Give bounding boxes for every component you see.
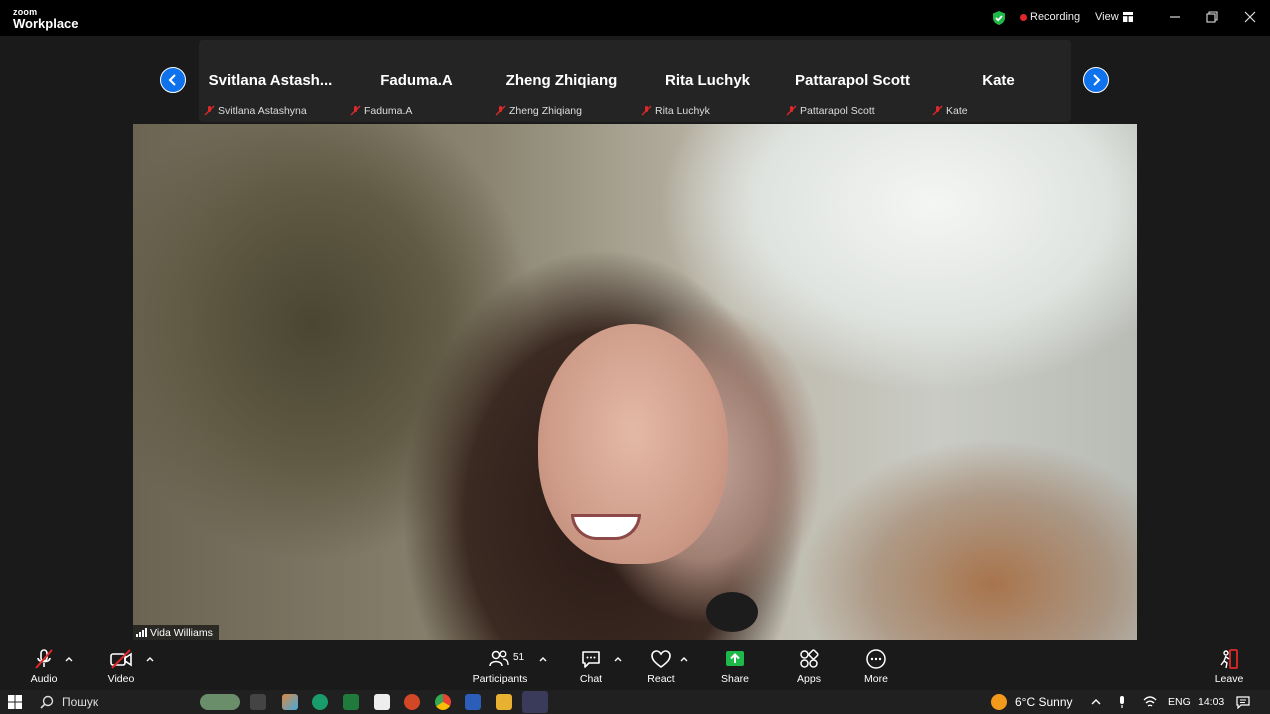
powerpoint-icon[interactable] — [404, 694, 420, 710]
participant-tile[interactable]: Pattarapol Scott Pattarapol Scott — [780, 40, 925, 122]
video-label: Video — [107, 673, 135, 685]
participant-tile[interactable]: Kate Kate — [926, 40, 1071, 122]
react-label: React — [647, 673, 675, 685]
participant-tile-label: Pattarapol Scott — [786, 105, 875, 117]
copilot-icon[interactable] — [282, 694, 298, 710]
word-icon[interactable] — [465, 694, 481, 710]
participants-count: 51 — [513, 652, 525, 663]
participant-tile-label: Faduma.A — [350, 105, 412, 117]
share-button[interactable]: Share — [717, 648, 753, 685]
view-grid-icon[interactable] — [1122, 11, 1134, 23]
mic-muted-icon — [35, 649, 53, 669]
participant-tile-label: Svitlana Astashyna — [204, 105, 307, 117]
chevron-left-icon — [168, 74, 176, 86]
participant-tile-name: Faduma.A — [380, 72, 453, 89]
react-options-caret-icon[interactable] — [679, 654, 689, 664]
tray-mic-icon[interactable] — [1116, 695, 1128, 709]
more-icon — [866, 649, 886, 669]
clock[interactable]: 14:03 — [1198, 696, 1224, 708]
chevron-right-icon — [1093, 74, 1101, 86]
react-button[interactable]: React — [643, 648, 679, 685]
taskbar-search-box[interactable]: Пошук — [62, 695, 98, 709]
title-bar: zoom Workplace Recording View — [0, 0, 1270, 36]
mic-muted-icon — [495, 105, 506, 116]
chat-options-caret-icon[interactable] — [613, 654, 623, 664]
participant-tile-name: Rita Luchyk — [664, 72, 751, 89]
excel-icon[interactable] — [343, 694, 359, 710]
participant-tile-label: Kate — [932, 105, 968, 117]
zoom-logo-workplace: Workplace — [13, 16, 79, 31]
shield-check-icon[interactable] — [991, 10, 1007, 26]
zoom-taskbar-icon[interactable] — [522, 691, 548, 713]
participant-tile-name: Zheng Zhiqiang — [505, 72, 618, 89]
speaker-name-label: Vida Williams — [133, 625, 219, 641]
language-indicator[interactable]: ENG — [1168, 696, 1191, 708]
tray-chevron-up-icon[interactable] — [1090, 696, 1102, 708]
mic-muted-icon — [786, 105, 797, 116]
mic-muted-icon — [350, 105, 361, 116]
search-icon[interactable] — [40, 695, 54, 709]
windows-taskbar: Пошук 6°C Sunny ENG 14:03 — [0, 690, 1270, 714]
participant-tile[interactable]: Zheng Zhiqiang Zheng Zhiqiang — [489, 40, 634, 122]
weather-label[interactable]: 6°C Sunny — [1015, 695, 1073, 709]
participants-icon — [489, 650, 509, 667]
participant-tile[interactable]: Svitlana Astash... Svitlana Astashyna — [198, 40, 343, 122]
chat-icon — [582, 651, 600, 668]
restore-icon[interactable] — [1203, 8, 1221, 26]
leave-button[interactable]: Leave — [1211, 648, 1247, 685]
share-icon — [726, 651, 744, 666]
participant-tile-name: Pattarapol Scott — [794, 72, 911, 89]
minimize-icon[interactable] — [1166, 8, 1184, 26]
strip-prev-button[interactable] — [160, 67, 186, 93]
leave-label: Leave — [1214, 673, 1244, 685]
weather-sun-icon — [991, 694, 1007, 710]
react-heart-icon — [651, 650, 671, 668]
participant-tile-label: Zheng Zhiqiang — [495, 105, 582, 117]
audio-button[interactable]: Audio — [26, 648, 62, 685]
video-off-icon — [110, 649, 132, 669]
video-button[interactable]: Video — [103, 648, 139, 685]
participant-tile-label: Rita Luchyk — [641, 105, 710, 117]
audio-label: Audio — [30, 673, 58, 685]
share-label: Share — [720, 673, 750, 685]
mic-muted-icon — [641, 105, 652, 116]
mic-muted-icon — [204, 105, 215, 116]
participants-options-caret-icon[interactable] — [538, 654, 548, 664]
notepad-icon[interactable] — [374, 694, 390, 710]
file-explorer-icon[interactable] — [496, 694, 512, 710]
windows-start-icon[interactable] — [8, 695, 22, 709]
more-label: More — [864, 673, 888, 685]
meeting-toolbar: Audio Video Participants 51 Chat React S… — [0, 640, 1270, 690]
search-highlight-image[interactable] — [200, 694, 240, 710]
view-button[interactable]: View — [1095, 11, 1119, 23]
signal-icon — [136, 628, 147, 637]
apps-icon — [800, 649, 819, 668]
participant-tile[interactable]: Faduma.A Faduma.A — [344, 40, 489, 122]
participants-label: Participants — [472, 673, 528, 685]
participant-tile-name: Kate — [982, 72, 1015, 89]
recording-indicator-dot — [1020, 14, 1027, 21]
audio-options-caret-icon[interactable] — [64, 654, 74, 664]
wifi-icon[interactable] — [1143, 695, 1157, 709]
close-icon[interactable] — [1241, 8, 1259, 26]
notification-icon[interactable] — [1236, 695, 1250, 709]
mic-muted-icon — [932, 105, 943, 116]
more-button[interactable]: More — [858, 648, 894, 685]
edge-icon[interactable] — [312, 694, 328, 710]
participant-tile[interactable]: Rita Luchyk Rita Luchyk — [635, 40, 780, 122]
headset-mic — [706, 592, 758, 632]
leave-icon — [1220, 649, 1238, 669]
task-view-icon[interactable] — [250, 694, 266, 710]
apps-button[interactable]: Apps — [791, 648, 827, 685]
apps-label: Apps — [797, 673, 821, 685]
chat-label: Chat — [579, 673, 603, 685]
chrome-icon[interactable] — [435, 694, 451, 710]
chat-button[interactable]: Chat — [573, 648, 609, 685]
video-options-caret-icon[interactable] — [145, 654, 155, 664]
recording-label[interactable]: Recording — [1030, 11, 1080, 23]
strip-next-button[interactable] — [1083, 67, 1109, 93]
participant-tile-name: Svitlana Astash... — [208, 72, 333, 89]
main-video-feed[interactable] — [133, 124, 1137, 640]
